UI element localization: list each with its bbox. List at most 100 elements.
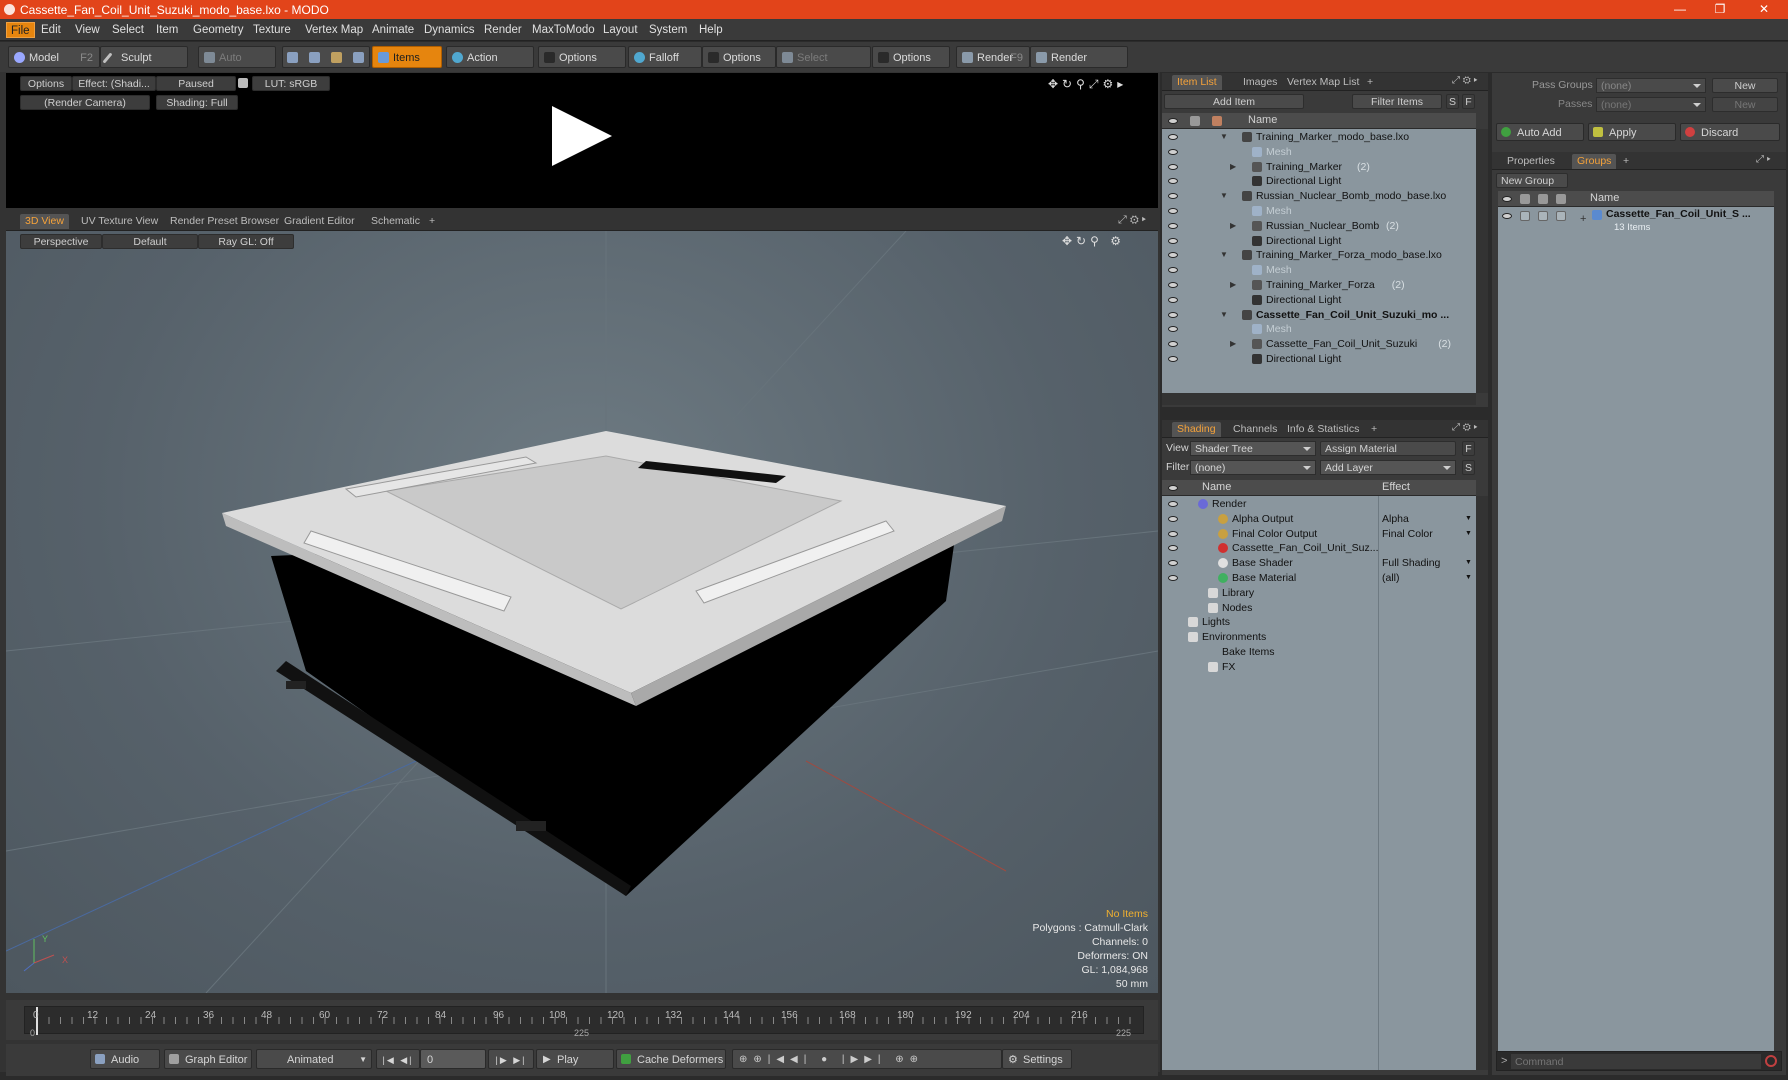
shader-row[interactable]: Render xyxy=(1162,496,1476,512)
action-center-button[interactable]: Action Center xyxy=(446,46,534,86)
lock-icon[interactable] xyxy=(238,78,248,88)
menu-system[interactable]: System xyxy=(645,22,691,38)
item-row[interactable]: ▼ Cassette_Fan_Coil_Unit_Suzuki_mo ... xyxy=(1162,307,1476,323)
menu-help[interactable]: Help xyxy=(695,22,727,38)
shader-row[interactable]: Final Color Output Final Color ▼ xyxy=(1162,526,1476,542)
action-center-options-button[interactable]: Options xyxy=(538,46,626,68)
visibility-toggle-icon[interactable] xyxy=(1168,237,1178,244)
visibility-toggle-icon[interactable] xyxy=(1168,356,1178,362)
panel-menu-icons[interactable]: ⤢ ▸ xyxy=(1756,154,1771,165)
expand-toggle-icon[interactable]: ▼ xyxy=(1220,129,1228,145)
visibility-toggle-icon[interactable] xyxy=(1168,311,1178,318)
expand-toggle-icon[interactable]: ▶ xyxy=(1230,159,1236,175)
tab-3d-view[interactable]: 3D View xyxy=(20,214,69,229)
key-tools-group[interactable]: ⊕⊕|◀◀| ● |▶▶| ⊕⊕ xyxy=(732,1049,1002,1069)
expand-toggle-icon[interactable]: ▼ xyxy=(1220,307,1228,323)
shader-row[interactable]: Bake Items xyxy=(1162,644,1476,660)
model-mode-button[interactable]: Model F2 xyxy=(8,46,100,68)
view-dropdown[interactable]: Shader Tree xyxy=(1190,441,1316,456)
item-row[interactable]: ▼ Training_Marker_modo_base.lxo xyxy=(1162,129,1476,145)
shader-row[interactable]: Alpha Output Alpha ▼ xyxy=(1162,511,1476,527)
item-row[interactable]: ▶ Training_Marker (2) xyxy=(1162,159,1476,175)
tab-images[interactable]: Images xyxy=(1238,75,1282,90)
settings-button[interactable]: ⚙ Settings xyxy=(1002,1049,1072,1069)
new-pass-group-button[interactable]: New xyxy=(1712,78,1778,93)
item-row[interactable]: Mesh xyxy=(1162,321,1476,337)
new-pass-button[interactable]: New xyxy=(1712,97,1778,112)
item-row[interactable]: ▶ Training_Marker_Forza (2) xyxy=(1162,277,1476,293)
command-history-icon[interactable] xyxy=(1765,1055,1777,1067)
expand-toggle-icon[interactable]: ▶ xyxy=(1230,277,1236,293)
perspective-dropdown[interactable]: Perspective xyxy=(20,234,102,249)
menu-maxtomodo[interactable]: MaxToModo xyxy=(528,22,599,38)
menu-edit[interactable]: Edit xyxy=(37,22,65,38)
expand-icon[interactable]: + xyxy=(1580,213,1586,225)
preview-nav-icons[interactable]: ✥↻⚲⤢⚙▸ xyxy=(1048,77,1127,92)
tab-shading[interactable]: Shading xyxy=(1172,422,1221,437)
menu-select[interactable]: Select xyxy=(108,22,148,38)
polygons-mode-icon[interactable] xyxy=(331,52,342,63)
preview-paused-button[interactable]: Paused xyxy=(156,76,236,91)
visibility-toggle-icon[interactable] xyxy=(1168,252,1178,259)
materials-mode-icon[interactable] xyxy=(353,52,364,63)
menu-layout[interactable]: Layout xyxy=(599,22,642,38)
menu-view[interactable]: View xyxy=(71,22,104,38)
item-row[interactable]: ▶ Russian_Nuclear_Bomb (2) xyxy=(1162,218,1476,234)
visibility-toggle-icon[interactable] xyxy=(1168,560,1178,567)
effect-dropdown[interactable]: (all) xyxy=(1382,570,1470,586)
lut-dropdown[interactable]: LUT: sRGB xyxy=(252,76,330,91)
select-through-button[interactable]: Select Through xyxy=(776,46,871,86)
default-style-dropdown[interactable]: Default xyxy=(102,234,198,249)
visibility-toggle-icon[interactable] xyxy=(1168,222,1178,229)
timeline[interactable]: 0 12 24 36 48 60 72 84 96 108 120 132 14… xyxy=(6,1000,1158,1040)
visibility-toggle-icon[interactable] xyxy=(1168,282,1178,288)
render-button[interactable]: Render F9 xyxy=(956,46,1030,68)
viewport-nav-icons[interactable]: ✥↻⚲ ⚙ xyxy=(1062,234,1125,248)
select-through-options-button[interactable]: Options xyxy=(872,46,950,68)
items-mode-button[interactable]: Items xyxy=(372,46,442,68)
visibility-toggle-icon[interactable] xyxy=(1168,575,1178,581)
shader-tree-scrollbar[interactable] xyxy=(1476,496,1488,1070)
add-item-dropdown[interactable]: Add Item xyxy=(1164,94,1304,109)
visibility-toggle-icon[interactable] xyxy=(1168,148,1178,155)
new-group-button[interactable]: New Group xyxy=(1496,173,1568,188)
auto-add-button[interactable]: Auto Add xyxy=(1496,123,1584,141)
menu-geometry[interactable]: Geometry xyxy=(189,22,248,38)
tab-schematic[interactable]: Schematic xyxy=(366,214,425,229)
minimize-button[interactable]: — xyxy=(1660,0,1700,19)
render-toggle-icon[interactable] xyxy=(1520,211,1530,221)
add-tab-button[interactable]: + xyxy=(424,214,440,229)
preview-effect-dropdown[interactable]: Effect: (Shadi... xyxy=(72,76,156,91)
visibility-toggle-icon[interactable] xyxy=(1168,193,1178,200)
menu-item[interactable]: Item xyxy=(152,22,182,38)
visibility-toggle-icon[interactable] xyxy=(1168,326,1178,333)
visibility-toggle-icon[interactable] xyxy=(1168,515,1178,522)
visibility-toggle-icon[interactable] xyxy=(1168,296,1178,303)
visibility-toggle-icon[interactable] xyxy=(1168,208,1178,214)
search-f-button[interactable]: F xyxy=(1462,94,1475,109)
pass-groups-dropdown[interactable]: (none) xyxy=(1596,78,1706,93)
add-layer-dropdown[interactable]: Add Layer xyxy=(1320,460,1456,475)
panel-menu-icons[interactable]: ⤢ ⚙ ▸ xyxy=(1452,422,1478,433)
menu-texture[interactable]: Texture xyxy=(249,22,295,38)
menu-animate[interactable]: Animate xyxy=(368,22,418,38)
item-row[interactable]: Mesh xyxy=(1162,262,1476,278)
item-row[interactable]: Directional Light xyxy=(1162,233,1476,249)
item-row[interactable]: ▼ Training_Marker_Forza_modo_base.lxo xyxy=(1162,247,1476,263)
tab-uv-texture-view[interactable]: UV Texture View xyxy=(76,214,163,229)
shading-dropdown[interactable]: Shading: Full xyxy=(156,95,238,110)
close-button[interactable]: ✕ xyxy=(1744,0,1784,19)
shader-row[interactable]: Base Material (all) ▼ xyxy=(1162,570,1476,586)
rewind-buttons[interactable]: |◀ ◀| xyxy=(376,1049,420,1069)
audio-button[interactable]: Audio xyxy=(90,1049,160,1069)
frame-input[interactable]: 0 xyxy=(420,1049,486,1069)
tab-info-statistics[interactable]: Info & Statistics xyxy=(1282,422,1364,437)
shader-row[interactable]: Nodes xyxy=(1162,600,1476,616)
item-row[interactable]: ▶ Cassette_Fan_Coil_Unit_Suzuki (2) xyxy=(1162,336,1476,352)
filter-items-input[interactable]: Filter Items xyxy=(1352,94,1442,109)
shader-row[interactable]: Lights xyxy=(1162,614,1476,630)
item-list-hscrollbar[interactable] xyxy=(1162,393,1476,405)
effect-dropdown[interactable]: Final Color xyxy=(1382,526,1470,542)
passes-dropdown[interactable]: (none) xyxy=(1596,97,1706,112)
item-row[interactable]: Directional Light xyxy=(1162,351,1476,367)
